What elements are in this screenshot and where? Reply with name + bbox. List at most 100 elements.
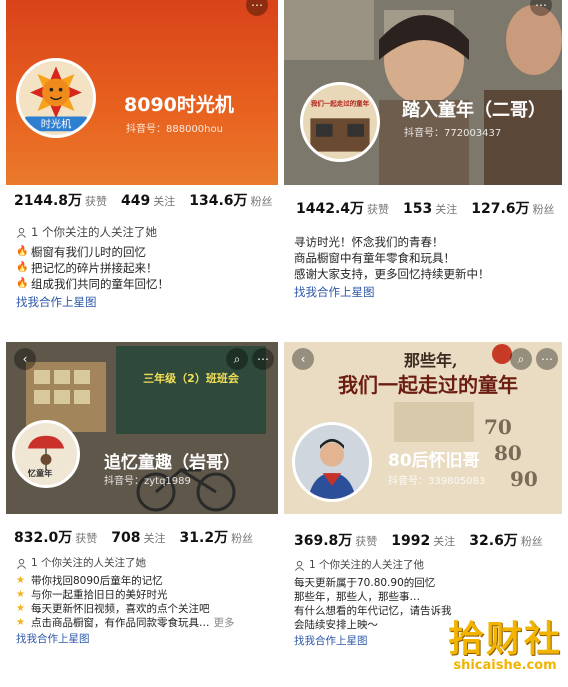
svg-text:90: 90 — [510, 467, 538, 491]
svg-text:我们一起走过的童年: 我们一起走过的童年 — [338, 373, 518, 397]
account-card-zhuiyitongqu[interactable]: 三年级（2）班班会 ‹ ⌕ ⋯ 忆童年 追忆童趣（岩哥） 抖音号：zytq198… — [6, 342, 278, 672]
svg-text:时光机: 时光机 — [41, 118, 71, 131]
following-label: 关注 — [435, 203, 458, 216]
fire-icon: 🔥 — [16, 246, 29, 257]
svg-text:忆童年: 忆童年 — [28, 468, 53, 478]
following-label: 关注 — [153, 195, 176, 208]
cooperation-link[interactable]: 找我合作上星图 — [294, 284, 556, 300]
mutual-follow[interactable]: 1 个你关注的人关注了她 — [16, 224, 272, 240]
retro-room-avatar: 我们一起走过的童年 — [303, 85, 377, 159]
fans-count[interactable]: 31.2万 — [180, 530, 229, 546]
bio-line: ★ 每天更新怀旧视频，喜欢的点个关注吧 — [16, 603, 210, 615]
following-label: 关注 — [433, 535, 456, 548]
fire-icon: 🔥 — [16, 278, 29, 289]
mutual-follow-text: 1 个你关注的人关注了他 — [309, 559, 425, 571]
following-label: 关注 — [143, 532, 166, 545]
profile-bio: 1 个你关注的人关注了她 ★ 带你找回8090后童年的记忆 ★ 与你一起重拾旧日的美… — [16, 556, 272, 646]
bio-line: 商品橱窗中有童年零食和玩具！ — [294, 251, 455, 265]
douyin-id[interactable]: 抖音号：888000hou — [126, 120, 223, 135]
stats-row: 832.0万 获赞 708 关注 31.2万 粉丝 — [14, 527, 253, 547]
douyin-id[interactable]: 抖音号：339805083 — [388, 472, 485, 487]
mutual-follow-text: 1 个你关注的人关注了她 — [31, 557, 147, 569]
account-name: 8090时光机 — [124, 94, 234, 116]
bio-line: 寻访时光！怀念我们的青春！ — [294, 235, 444, 249]
account-card-tarutongnian[interactable]: ⋯ 我们一起走过的童年 踏入童年（二哥） 抖音号：772003437 1442.… — [284, 0, 562, 330]
site-watermark: 拾财社 shicaishe.com — [448, 610, 562, 673]
svg-text:80: 80 — [494, 441, 522, 465]
bio-line: 每天更新属于70.80.90的回忆 — [294, 577, 436, 589]
fire-icon: 🔥 — [16, 262, 29, 273]
svg-text:70: 70 — [484, 415, 512, 439]
likes-label: 获赞 — [367, 203, 390, 216]
likes-label: 获赞 — [75, 532, 98, 545]
star-icon: ★ — [16, 617, 25, 628]
bio-line: 那些年，那些人，那些事… — [294, 591, 420, 603]
star-icon: ★ — [16, 589, 25, 600]
mutual-follow[interactable]: 1 个你关注的人关注了她 — [16, 556, 272, 570]
person-icon — [17, 227, 26, 238]
bio-line: 🔥 把记忆的碎片拼接起来！ — [16, 261, 158, 275]
search-icon[interactable]: ⌕ — [510, 348, 532, 370]
mutual-follow-text: 1 个你关注的人关注了她 — [31, 225, 157, 239]
douyin-id[interactable]: 抖音号：772003437 — [404, 124, 501, 139]
watermark-title: 拾财社 — [447, 618, 562, 660]
more-icon[interactable]: ⋯ — [536, 348, 558, 370]
bio-line: ★ 与你一起重拾旧日的美好时光 — [16, 589, 168, 601]
following-count[interactable]: 449 — [121, 193, 150, 209]
person-avatar — [295, 425, 369, 499]
umbrella-girl-avatar: 忆童年 — [15, 423, 77, 485]
svg-text:三年级（2）班班会: 三年级（2）班班会 — [143, 371, 240, 385]
star-icon: ★ — [16, 575, 25, 586]
fans-label: 粉丝 — [231, 532, 254, 545]
cooperation-link[interactable]: 找我合作上星图 — [16, 294, 272, 310]
sun-logo-icon: 时光机 — [19, 61, 93, 135]
account-name: 追忆童趣（岩哥） — [104, 453, 240, 473]
following-count[interactable]: 1992 — [391, 533, 430, 549]
bio-line: ★ 带你找回8090后童年的记忆 — [16, 575, 163, 587]
likes-count: 1442.4万 — [296, 201, 365, 217]
search-icon[interactable]: ⌕ — [226, 348, 248, 370]
person-icon — [295, 560, 304, 571]
back-icon[interactable]: ‹ — [292, 348, 314, 370]
likes-count: 832.0万 — [14, 530, 73, 546]
more-link[interactable]: 更多 — [214, 616, 235, 630]
watermark-url: shicaishe.com — [453, 658, 557, 673]
svg-text:那些年,: 那些年, — [404, 351, 458, 370]
account-name: 踏入童年（二哥） — [402, 100, 546, 121]
stats-row: 2144.8万 获赞 449 关注 134.6万 粉丝 — [14, 190, 273, 210]
fans-label: 粉丝 — [250, 195, 273, 208]
more-icon[interactable]: ⋯ — [252, 348, 274, 370]
person-icon — [17, 558, 26, 569]
bio-line: 🔥 橱窗有我们儿时的回忆 — [16, 245, 146, 259]
svg-text:我们一起走过的童年: 我们一起走过的童年 — [311, 98, 370, 107]
account-name: 80后怀旧哥 — [388, 451, 480, 471]
douyin-id[interactable]: 抖音号：zytq1989 — [104, 472, 191, 487]
likes-count: 2144.8万 — [14, 193, 83, 209]
stats-row: 369.8万 获赞 1992 关注 32.6万 粉丝 — [294, 530, 543, 550]
cooperation-link[interactable]: 找我合作上星图 — [16, 632, 272, 646]
fans-count[interactable]: 127.6万 — [471, 201, 529, 217]
star-icon: ★ — [16, 603, 25, 614]
avatar[interactable]: 时光机 — [16, 58, 96, 138]
likes-label: 获赞 — [85, 195, 108, 208]
bio-line: 感谢大家支持，更多回忆持续更新中！ — [294, 267, 490, 281]
bio-line: 🔥 组成我们共同的童年回忆！ — [16, 277, 169, 291]
avatar[interactable]: 忆童年 — [12, 420, 80, 488]
fans-count[interactable]: 32.6万 — [469, 533, 518, 549]
fans-label: 粉丝 — [532, 203, 555, 216]
menu-icon[interactable]: ⋯ — [246, 0, 268, 16]
likes-count: 369.8万 — [294, 533, 353, 549]
profile-bio: 1 个你关注的人关注了她 🔥 橱窗有我们儿时的回忆 🔥 把记忆的碎片拼接起来！ 🔥 组… — [16, 224, 272, 310]
back-icon[interactable]: ‹ — [14, 348, 36, 370]
mutual-follow[interactable]: 1 个你关注的人关注了他 — [294, 558, 556, 572]
following-count[interactable]: 153 — [403, 201, 432, 217]
avatar[interactable]: 我们一起走过的童年 — [300, 82, 380, 162]
stats-row: 1442.4万 获赞 153 关注 127.6万 粉丝 — [296, 198, 555, 218]
fans-count[interactable]: 134.6万 — [189, 193, 247, 209]
account-card-8090[interactable]: ⋯ 时光机 8090时光机 抖音号：888000hou 2144.8万 获赞 4… — [6, 0, 278, 330]
avatar[interactable] — [292, 422, 372, 502]
following-count[interactable]: 708 — [111, 530, 140, 546]
profile-bio: 寻访时光！怀念我们的青春！ 商品橱窗中有童年零食和玩具！ 感谢大家支持，更多回忆… — [294, 234, 556, 300]
fans-label: 粉丝 — [520, 535, 543, 548]
likes-label: 获赞 — [355, 535, 378, 548]
